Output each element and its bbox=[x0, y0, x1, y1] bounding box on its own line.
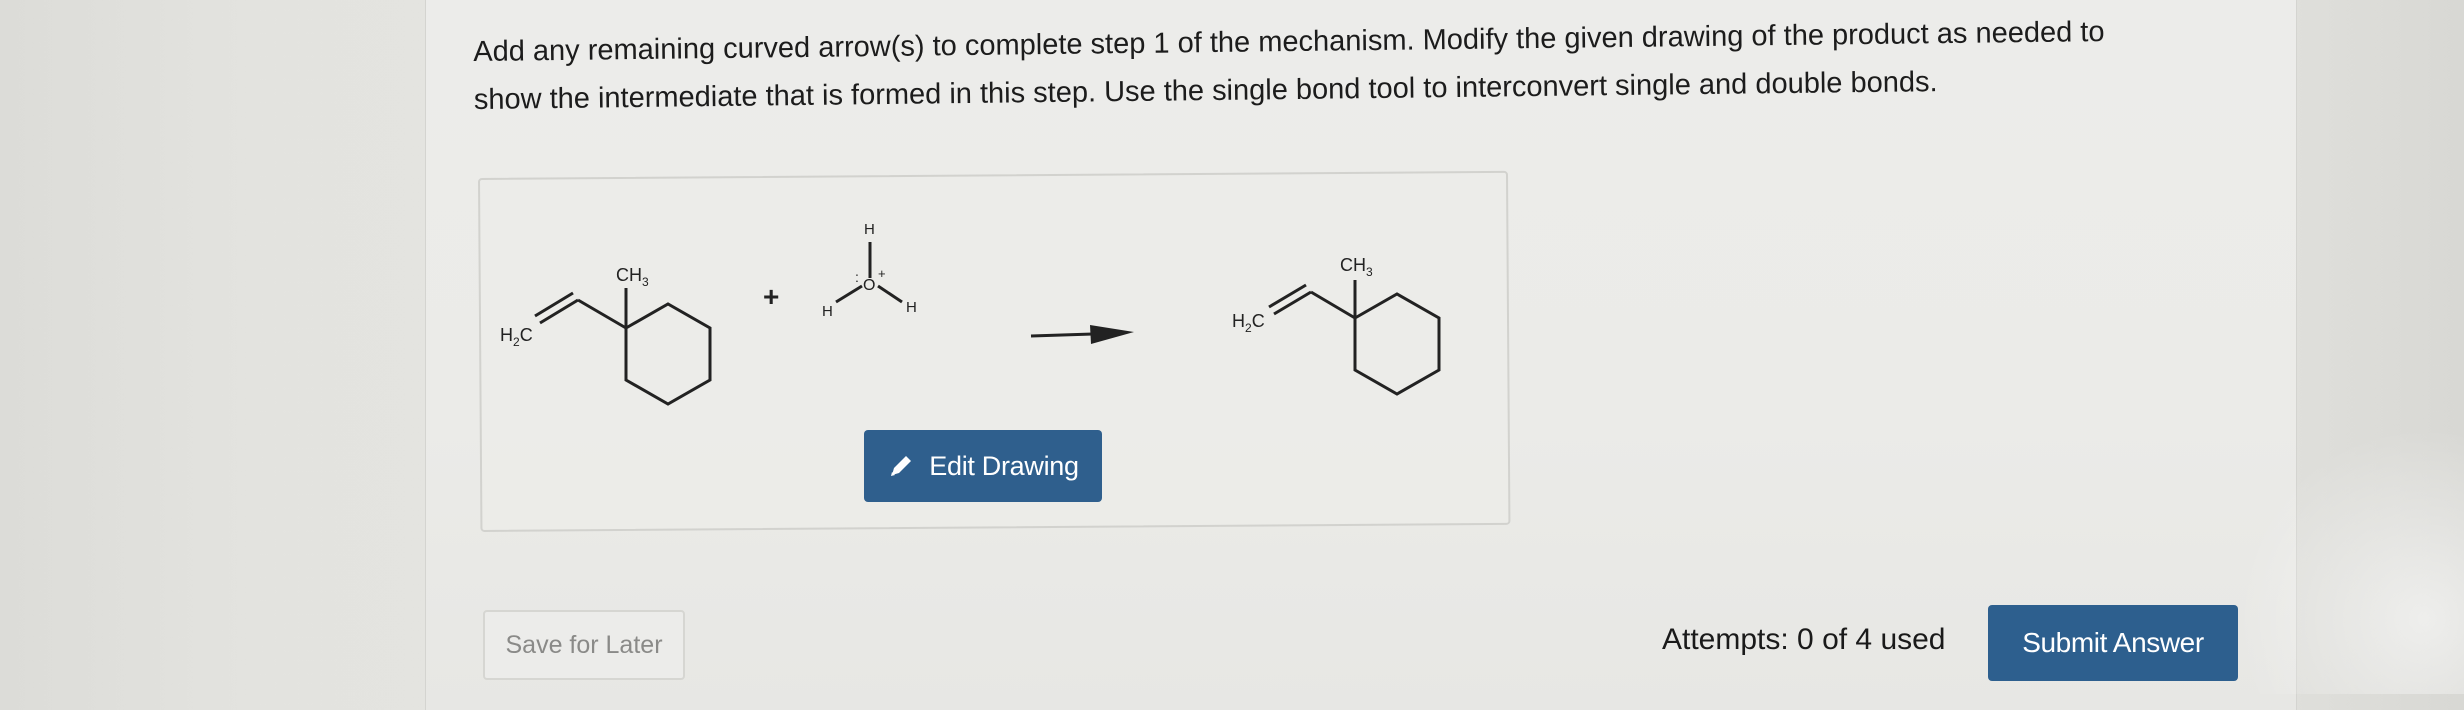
hydronium-oxygen: O bbox=[863, 277, 875, 294]
hydronium-charge: + bbox=[878, 266, 886, 281]
save-for-later-button[interactable]: Save for Later bbox=[483, 610, 685, 680]
edit-drawing-label: Edit Drawing bbox=[929, 450, 1079, 481]
product-methyl-label: CH3 bbox=[1340, 255, 1373, 279]
reactant-cyclohexane-ring bbox=[624, 302, 712, 406]
reactant-double-bond-a bbox=[539, 298, 579, 325]
hydronium-left-h: H bbox=[822, 303, 833, 320]
plus-sign: + bbox=[763, 281, 779, 312]
product-cyclohexane-ring bbox=[1353, 292, 1441, 396]
reactant-double-bond-b bbox=[534, 291, 574, 318]
product-double-bond-a bbox=[1273, 290, 1312, 316]
product-methylene-label: H2C bbox=[1232, 311, 1265, 335]
hydronium-right-h: H bbox=[906, 299, 917, 316]
product-double-bond-b bbox=[1268, 283, 1307, 309]
product-molecule bbox=[1268, 280, 1441, 396]
pencil-icon bbox=[887, 452, 915, 480]
hydronium-lone-pair: : bbox=[855, 269, 859, 285]
submit-answer-button[interactable]: Submit Answer bbox=[1988, 605, 2238, 681]
reactant-molecule bbox=[534, 288, 712, 406]
reaction-arrow bbox=[1030, 325, 1134, 344]
hydronium-right-bond bbox=[877, 284, 903, 304]
reactant-methyl-label: CH3 bbox=[616, 265, 649, 289]
edit-drawing-button[interactable]: Edit Drawing bbox=[864, 430, 1102, 502]
product-vinyl-bond bbox=[1310, 290, 1356, 320]
attempts-counter: Attempts: 0 of 4 used bbox=[1662, 623, 1946, 656]
reactant-vinyl-bond bbox=[577, 298, 627, 330]
hydronium-top-h: H bbox=[864, 221, 875, 238]
hydronium-left-bond bbox=[835, 284, 863, 304]
reactant-methylene-label: H2C bbox=[500, 325, 533, 349]
